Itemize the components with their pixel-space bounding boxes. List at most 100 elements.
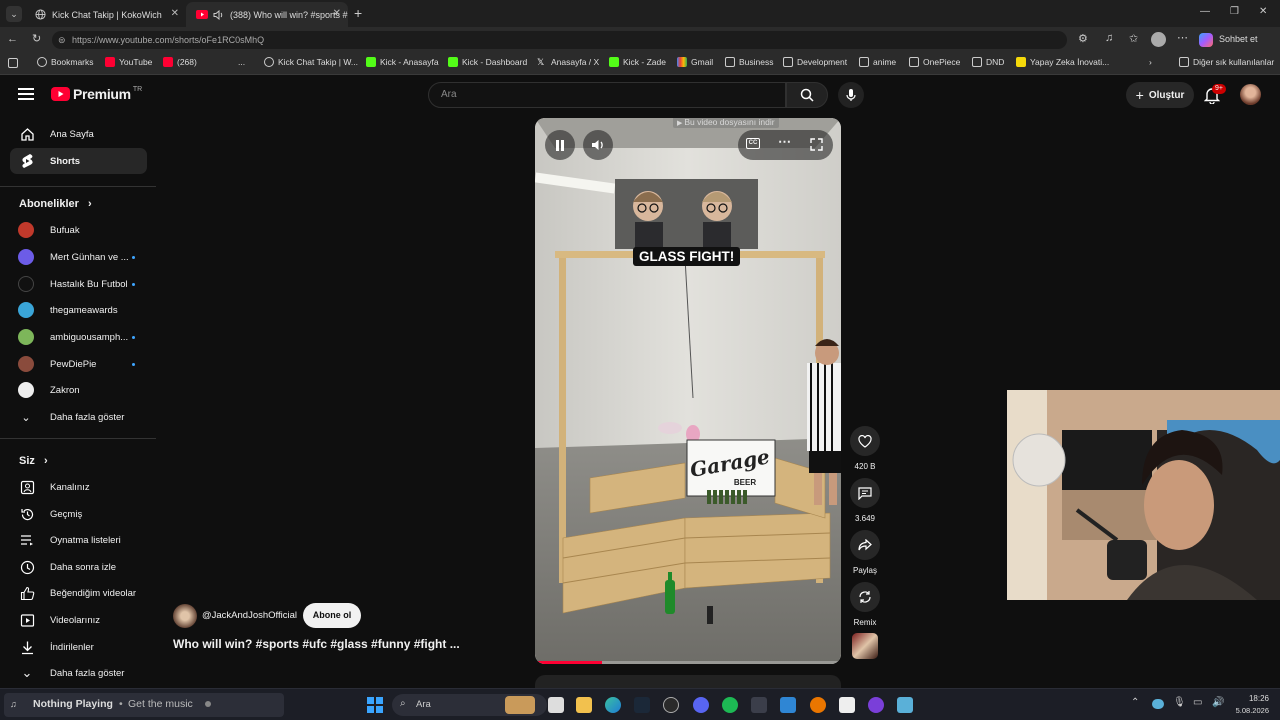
- maximize-button[interactable]: ❐: [1230, 6, 1239, 17]
- sidebar-item-watch-later[interactable]: Daha sonra izle: [10, 554, 147, 580]
- bookmarks-overflow-icon[interactable]: ›: [1149, 57, 1152, 67]
- more-options-icon[interactable]: ⋯: [778, 134, 791, 150]
- comment-button[interactable]: [850, 478, 880, 508]
- search-button[interactable]: [786, 82, 828, 108]
- bookmark-item[interactable]: 𝕏 Anasayfa / X: [537, 57, 599, 67]
- like-button[interactable]: [850, 426, 880, 456]
- close-tab-icon[interactable]: ✕: [171, 8, 179, 19]
- subscriptions-header[interactable]: Abonelikler ›: [19, 198, 92, 210]
- reload-icon[interactable]: ↻: [32, 32, 41, 45]
- subscription-item[interactable]: Mert Günhan ve ...: [18, 247, 148, 267]
- channel-avatar[interactable]: [173, 604, 197, 628]
- app-icon[interactable]: [897, 697, 913, 713]
- notifications-button[interactable]: 9+: [1203, 84, 1226, 109]
- share-button[interactable]: [850, 530, 880, 560]
- subscription-item[interactable]: Hastalık Bu Futbol: [18, 274, 148, 294]
- bookmark-item[interactable]: ...: [238, 57, 245, 67]
- captions-icon[interactable]: CC: [746, 138, 760, 149]
- site-info-icon[interactable]: ⊜: [58, 35, 66, 46]
- new-tab-button[interactable]: +: [354, 5, 362, 21]
- vscode-icon[interactable]: [780, 697, 796, 713]
- menu-icon[interactable]: [18, 88, 34, 100]
- sidebar-item-shorts[interactable]: Shorts: [10, 148, 147, 174]
- bookmark-folder[interactable]: DND: [972, 57, 1004, 67]
- account-avatar[interactable]: [1240, 84, 1261, 105]
- bookmark-folder[interactable]: OnePiece: [909, 57, 960, 67]
- create-button[interactable]: + Oluştur: [1126, 82, 1194, 108]
- mic-tray-icon[interactable]: 🎙: [1173, 697, 1186, 708]
- remix-button[interactable]: [850, 582, 880, 612]
- spotify-icon[interactable]: [722, 697, 738, 713]
- show-more-subscriptions[interactable]: ⌄ Daha fazla göster: [18, 407, 148, 427]
- sidebar-item-playlists[interactable]: Oynatma listeleri: [10, 527, 147, 553]
- bookmark-item[interactable]: Kick - Dashboard: [448, 57, 527, 67]
- tab-youtube-short[interactable]: (388) Who will win? #sports # ✕: [186, 2, 348, 27]
- bookmark-item[interactable]: YouTube: [105, 57, 152, 67]
- sidebar-item-channel[interactable]: Kanalınız: [10, 474, 147, 500]
- video-title[interactable]: Who will win? #sports #ufc #glass #funny…: [173, 637, 460, 651]
- sync-icon[interactable]: ♫: [1105, 32, 1113, 44]
- minimize-button[interactable]: —: [1200, 6, 1210, 17]
- sidebar-item-liked[interactable]: Beğendiğim videolar: [10, 580, 147, 606]
- profile-avatar[interactable]: [1151, 32, 1166, 47]
- windows-start-icon[interactable]: [367, 697, 383, 713]
- close-window-button[interactable]: ✕: [1259, 6, 1267, 17]
- volume-tray-icon[interactable]: 🔊: [1212, 697, 1224, 708]
- clock-time[interactable]: 18:26: [1233, 694, 1269, 703]
- voice-search-button[interactable]: [838, 82, 864, 108]
- next-short-preview[interactable]: [535, 675, 841, 688]
- back-arrow-icon[interactable]: ←: [7, 33, 18, 45]
- edge-icon[interactable]: [605, 697, 621, 713]
- bookmark-item[interactable]: Kick - Zade: [609, 57, 666, 67]
- bookmark-item[interactable]: Kick - Anasayfa: [366, 57, 439, 67]
- bookmark-item[interactable]: Bookmarks: [37, 57, 94, 67]
- subscription-item[interactable]: PewDiePie: [18, 354, 148, 374]
- bookmark-folder[interactable]: Diğer sık kullanılanlar: [1179, 57, 1274, 67]
- subscription-item[interactable]: thegameawards: [18, 300, 148, 320]
- chatgpt-icon[interactable]: [663, 697, 679, 713]
- github-icon[interactable]: [868, 697, 884, 713]
- sidebar-item-downloads[interactable]: İndirilenler: [10, 634, 147, 660]
- tray-overflow-icon[interactable]: ⌃: [1131, 697, 1139, 708]
- you-header[interactable]: Siz ›: [19, 455, 48, 467]
- discord-icon[interactable]: [693, 697, 709, 713]
- subscription-item[interactable]: Zakron: [18, 380, 148, 400]
- search-input[interactable]: Ara: [428, 82, 786, 108]
- sidebar-item-home[interactable]: Ana Sayfa: [10, 121, 147, 147]
- steam-icon[interactable]: [634, 697, 650, 713]
- like-action[interactable]: 420 B: [849, 426, 881, 471]
- sidebar-item-your-videos[interactable]: Videolarınız: [10, 607, 147, 633]
- shorts-video-player[interactable]: Garage BEER GLASS FIGHT! ▶ Bu video dosy…: [535, 118, 841, 664]
- favorites-icon[interactable]: ✩: [1129, 32, 1138, 45]
- download-hint[interactable]: ▶ Bu video dosyasını indir: [673, 118, 779, 128]
- file-explorer-icon[interactable]: [576, 697, 592, 713]
- url-field[interactable]: https://www.youtube.com/shorts/oFe1RC0sM…: [52, 31, 1067, 49]
- channel-name[interactable]: @JackAndJoshOfficial: [202, 610, 297, 621]
- display-icon[interactable]: ▭: [1193, 697, 1202, 708]
- share-action[interactable]: Paylaş: [849, 530, 881, 575]
- youtube-premium-logo[interactable]: Premium TR: [51, 86, 142, 102]
- remix-action[interactable]: Remix: [849, 582, 881, 627]
- bookmark-item[interactable]: Yapay Zeka İnovati...: [1016, 57, 1109, 67]
- extensions-icon[interactable]: ⚙: [1078, 32, 1088, 45]
- bookmark-folder[interactable]: Development: [783, 57, 847, 67]
- bookmark-item[interactable]: (268): [163, 57, 197, 67]
- task-view-icon[interactable]: [548, 697, 564, 713]
- sidebar-toggle-icon[interactable]: [8, 58, 18, 68]
- notes-icon[interactable]: [839, 697, 855, 713]
- comment-action[interactable]: 3.649: [849, 478, 881, 523]
- speaker-icon[interactable]: [212, 9, 224, 21]
- get-music-link[interactable]: Get the music: [128, 698, 193, 710]
- onedrive-icon[interactable]: [1152, 699, 1164, 709]
- bookmark-item[interactable]: Kick Chat Takip | W...: [264, 57, 358, 67]
- sidebar-item-history[interactable]: Geçmiş: [10, 501, 147, 527]
- video-progress-track[interactable]: [535, 661, 841, 664]
- subscription-item[interactable]: Bufuak: [18, 220, 148, 240]
- app-icon[interactable]: [751, 697, 767, 713]
- pause-button[interactable]: [545, 130, 575, 160]
- blender-icon[interactable]: [810, 697, 826, 713]
- fullscreen-icon[interactable]: [810, 138, 823, 151]
- sidebar-show-more[interactable]: ⌄ Daha fazla göster: [10, 660, 147, 686]
- tab-kick-chat[interactable]: Kick Chat Takip | KokoWich ✕: [24, 2, 186, 27]
- bookmark-folder[interactable]: anime: [859, 57, 896, 67]
